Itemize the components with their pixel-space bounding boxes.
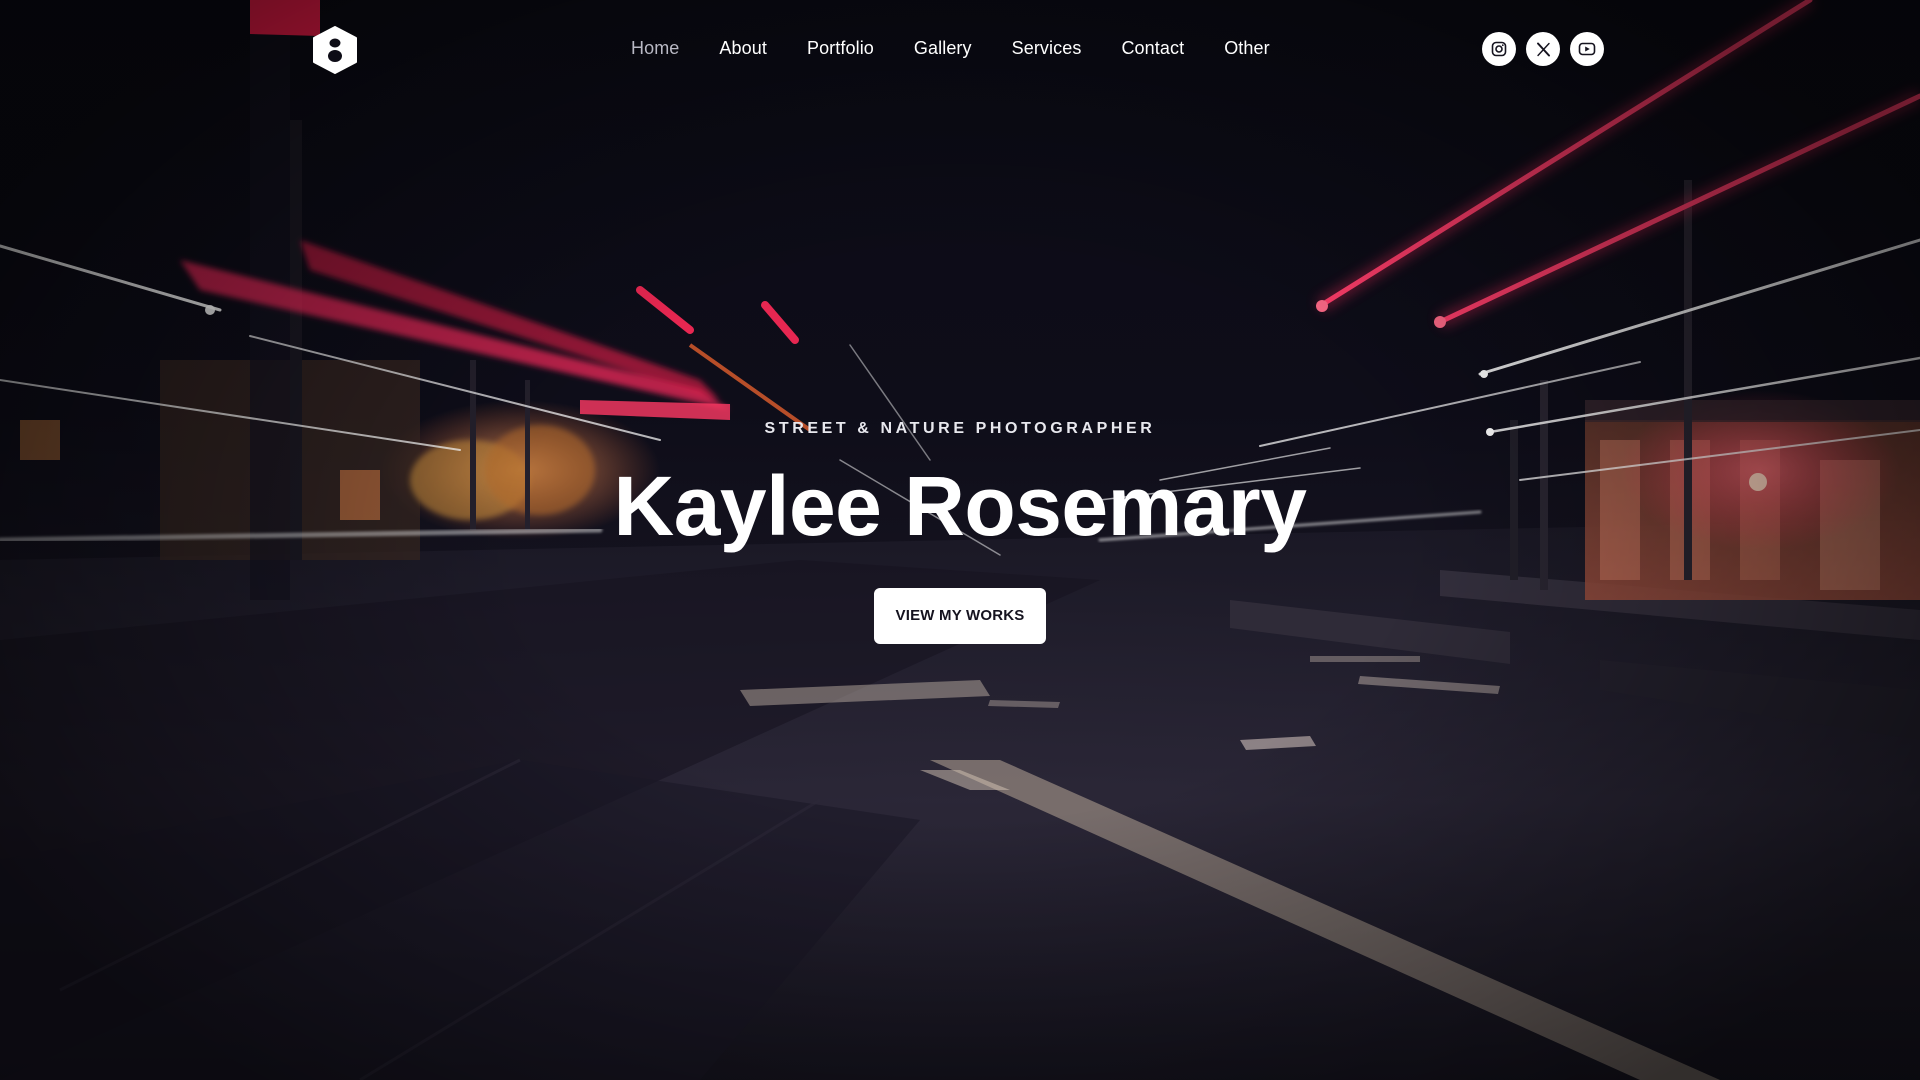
nav-services[interactable]: Services — [1012, 38, 1082, 59]
hero-eyebrow: STREET & NATURE PHOTOGRAPHER — [764, 420, 1156, 437]
nav-contact[interactable]: Contact — [1121, 38, 1184, 59]
hero-content: STREET & NATURE PHOTOGRAPHER Kaylee Rose… — [0, 420, 1920, 644]
logo[interactable] — [312, 26, 358, 74]
social-links — [1482, 32, 1604, 66]
instagram-icon — [1491, 41, 1507, 57]
view-my-works-button[interactable]: VIEW MY WORKS — [874, 588, 1046, 644]
x-twitter-button[interactable] — [1526, 32, 1560, 66]
main-nav: Home About Portfolio Gallery Services Co… — [631, 38, 1270, 59]
x-twitter-icon — [1536, 42, 1550, 56]
youtube-icon — [1578, 42, 1596, 56]
hero-section: Home About Portfolio Gallery Services Co… — [0, 0, 1920, 1080]
site-header: Home About Portfolio Gallery Services Co… — [0, 0, 1920, 100]
youtube-button[interactable] — [1570, 32, 1604, 66]
nav-portfolio[interactable]: Portfolio — [807, 38, 874, 59]
nav-gallery[interactable]: Gallery — [914, 38, 972, 59]
nav-home[interactable]: Home — [631, 38, 679, 59]
hero-title: Kaylee Rosemary — [613, 459, 1307, 553]
instagram-button[interactable] — [1482, 32, 1516, 66]
nav-about[interactable]: About — [719, 38, 767, 59]
logo-icon — [313, 26, 357, 74]
nav-other[interactable]: Other — [1224, 38, 1270, 59]
